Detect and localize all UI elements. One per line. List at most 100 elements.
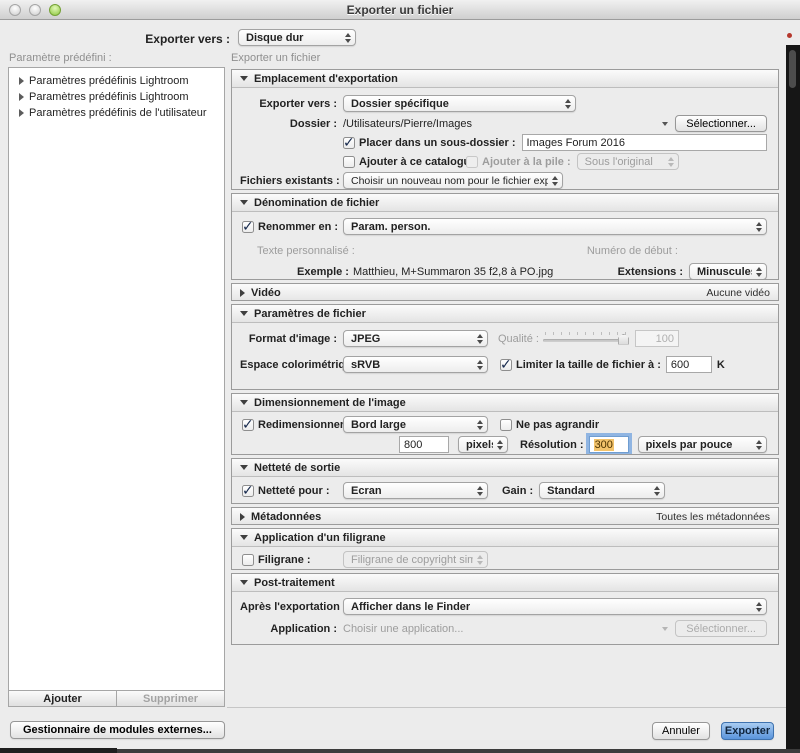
no-enlarge-label: Ne pas agrandir [516,419,599,431]
section-watermark: Application d'un filigrane Filigrane : F… [231,528,779,570]
colorspace-dropdown[interactable]: sRVB [343,356,488,373]
section-header-export-location[interactable]: Emplacement d'exportation [232,70,778,88]
section-file-settings: Paramètres de fichier Format d'image : J… [231,304,779,390]
stack-position-dropdown[interactable]: Sous l'original [577,153,679,170]
size-value-input[interactable] [399,436,449,453]
resolution-unit-dropdown[interactable]: pixels par pouce [638,436,767,453]
stepper-icon [756,267,762,277]
image-format-label: Format d'image : [240,333,337,345]
sidebar-item-label: Paramètres prédéfinis Lightroom [29,91,189,103]
title-bar: Exporter un fichier [0,0,800,20]
stepper-icon [477,486,483,496]
disclosure-triangle-icon[interactable] [19,93,24,101]
section-video: Vidéo Aucune vidéo [231,283,779,301]
preset-header: Paramètre prédéfini : [9,52,112,64]
sidebar-item-presets-user[interactable]: Paramètres prédéfinis de l'utilisateur [9,105,224,121]
section-title: Netteté de sortie [254,462,340,474]
export-to-dropdown[interactable]: Disque dur [238,29,356,46]
select-folder-button[interactable]: Sélectionner... [675,115,767,132]
section-title: Métadonnées [251,511,321,523]
stack-position-value: Sous l'original [585,156,664,168]
section-title: Emplacement d'exportation [254,73,398,85]
sharpen-target-value: Ecran [351,485,473,497]
disclosure-triangle-icon[interactable] [19,77,24,85]
export-destination-dropdown[interactable]: Dossier spécifique [343,95,576,112]
section-title: Paramètres de fichier [254,308,366,320]
disclosure-down-icon [240,311,248,316]
section-header-watermark[interactable]: Application d'un filigrane [232,529,778,547]
folder-label: Dossier : [240,118,337,130]
add-to-stack-checkbox[interactable] [466,156,478,168]
section-header-file-naming[interactable]: Dénomination de fichier [232,194,778,212]
section-title: Application d'un filigrane [254,532,386,544]
example-filename: Matthieu, M+Summaron 35 f2,8 à PO.jpg [353,266,553,278]
background-bottom-left-edge [0,748,117,753]
size-unit-dropdown[interactable]: pixels [458,436,508,453]
application-value: Choisir une application... [343,623,463,635]
add-to-catalog-label: Ajouter à ce catalogue [359,156,461,168]
section-metadata: Métadonnées Toutes les métadonnées [231,507,779,525]
application-menu-arrow-icon[interactable] [662,627,668,631]
extensions-dropdown[interactable]: Minuscules [689,263,767,280]
add-to-stack-label: Ajouter à la pile : [482,156,571,168]
filesize-limit-input[interactable] [666,356,712,373]
sidebar-item-presets-lightroom-1[interactable]: Paramètres prédéfinis Lightroom [9,73,224,89]
export-button[interactable]: Exporter [721,722,774,740]
section-title: Dimensionnement de l'image [254,397,406,409]
disclosure-right-icon [240,513,245,521]
sidebar-item-presets-lightroom-2[interactable]: Paramètres prédéfinis Lightroom [9,89,224,105]
disclosure-down-icon [240,535,248,540]
limit-filesize-label: Limiter la taille de fichier à : [516,359,661,371]
section-post-processing: Post-traitement Après l'exportation : Af… [231,573,779,645]
custom-text-label: Texte personnalisé : [257,245,355,257]
resolution-label: Résolution : [520,439,584,451]
rename-checkbox[interactable] [242,221,254,233]
section-header-file-settings[interactable]: Paramètres de fichier [232,305,778,323]
stepper-icon [477,334,483,344]
after-export-label: Après l'exportation : [240,601,337,613]
add-preset-button[interactable]: Ajouter [8,691,117,707]
quality-value-input[interactable] [635,330,679,347]
put-in-subfolder-checkbox[interactable] [343,137,355,149]
section-header-output-sharpening[interactable]: Netteté de sortie [232,459,778,477]
resize-checkbox[interactable] [242,419,254,431]
no-enlarge-checkbox[interactable] [500,419,512,431]
stepper-icon [756,222,762,232]
gain-dropdown[interactable]: Standard [539,482,665,499]
watermark-checkbox[interactable] [242,554,254,566]
section-header-image-sizing[interactable]: Dimensionnement de l'image [232,394,778,412]
quality-slider[interactable] [543,332,629,346]
disclosure-triangle-icon[interactable] [19,109,24,117]
resolution-input[interactable]: 300 [589,436,629,453]
watermark-style-dropdown[interactable]: Filigrane de copyright simple [343,551,488,568]
existing-files-dropdown[interactable]: Choisir un nouveau nom pour le fichier e… [343,172,563,189]
resize-mode-dropdown[interactable]: Bord large [343,416,488,433]
image-format-dropdown[interactable]: JPEG [343,330,488,347]
slider-thumb-icon[interactable] [618,334,629,345]
cancel-button[interactable]: Annuler [652,722,710,740]
quality-label: Qualité : [498,333,539,345]
add-to-catalog-checkbox[interactable] [343,156,355,168]
gain-value: Standard [547,485,650,497]
colorspace-label: Espace colorimétrique : [240,359,337,371]
disclosure-down-icon [240,76,248,81]
section-header-metadata[interactable]: Métadonnées Toutes les métadonnées [232,508,778,525]
plugin-manager-button[interactable]: Gestionnaire de modules externes... [10,721,225,739]
rename-label: Renommer en : [258,221,343,233]
section-header-post-processing[interactable]: Post-traitement [232,574,778,592]
stepper-icon [477,420,483,430]
sharpen-target-dropdown[interactable]: Ecran [343,482,488,499]
after-export-dropdown[interactable]: Afficher dans le Finder [343,598,767,615]
limit-filesize-checkbox[interactable] [500,359,512,371]
stepper-icon [756,602,762,612]
sharpen-checkbox[interactable] [242,485,254,497]
disclosure-down-icon [240,465,248,470]
select-application-button[interactable]: Sélectionner... [675,620,767,637]
folder-menu-arrow-icon[interactable] [662,122,668,126]
rename-template-dropdown[interactable]: Param. person. [343,218,767,235]
sidebar-item-label: Paramètres prédéfinis de l'utilisateur [29,107,207,119]
subfolder-name-input[interactable] [522,134,768,151]
stepper-icon [654,486,660,496]
section-header-video[interactable]: Vidéo Aucune vidéo [232,284,778,301]
remove-preset-button[interactable]: Supprimer [117,691,225,707]
